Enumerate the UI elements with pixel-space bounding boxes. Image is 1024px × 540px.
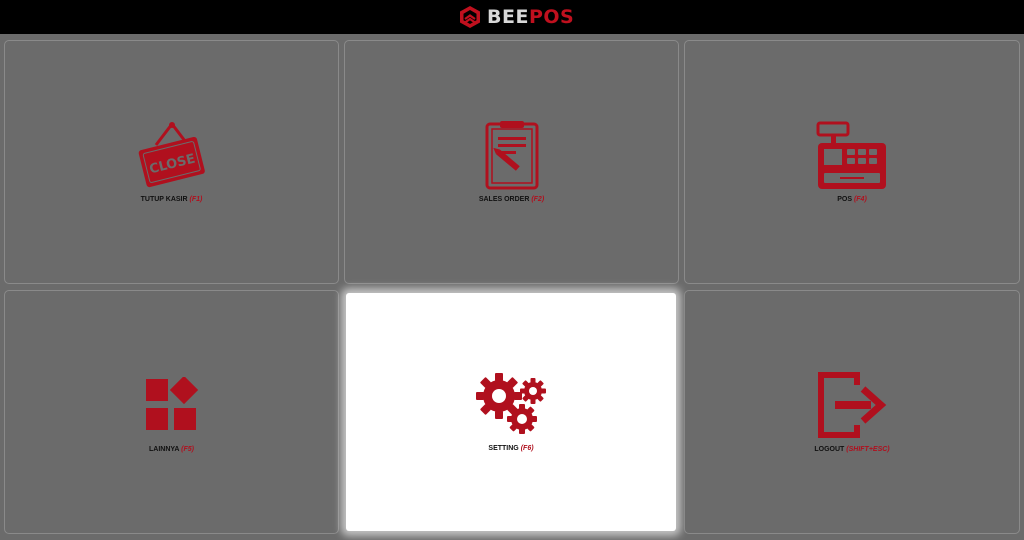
lainnya-shortcut: (F5)	[181, 446, 194, 453]
brand-logo: BEEPOS	[459, 5, 574, 29]
pos-button[interactable]: POS (F4)	[684, 40, 1020, 284]
setting-label: SETTING	[488, 445, 519, 452]
logout-icon	[817, 371, 887, 439]
setting-shortcut: (F6)	[520, 445, 534, 452]
tutup-kasir-button[interactable]: CLOSE TUTUP KASIR (F1)	[4, 40, 339, 284]
tutup-kasir-shortcut: (F1)	[189, 196, 203, 203]
tile-label: SETTING (F6)	[346, 445, 676, 452]
sales-order-button[interactable]: SALES ORDER (F2)	[344, 40, 679, 284]
brand-pos-text: POS	[528, 6, 575, 28]
cash-register-icon	[816, 121, 888, 191]
clipboard-pen-icon	[484, 121, 540, 191]
tile-label: LOGOUT (SHIFT+ESC)	[685, 446, 1019, 453]
sales-order-shortcut: (F2)	[531, 196, 545, 203]
close-sign-icon: CLOSE	[136, 121, 208, 191]
tile-label: POS (F4)	[685, 196, 1019, 203]
brand-bee-text: BEE	[487, 6, 529, 28]
tutup-kasir-label: TUTUP KASIR	[140, 196, 188, 203]
logout-label: LOGOUT	[814, 446, 845, 453]
sales-order-label: SALES ORDER	[478, 196, 530, 203]
setting-button[interactable]: SETTING (F6)	[346, 293, 676, 531]
apps-grid-icon	[144, 377, 200, 433]
tile-label: TUTUP KASIR (F1)	[5, 196, 338, 203]
logout-button[interactable]: LOGOUT (SHIFT+ESC)	[684, 290, 1020, 534]
pos-shortcut: (F4)	[853, 196, 867, 203]
tile-label: SALES ORDER (F2)	[345, 196, 678, 203]
tile-label: LAINNYA (F5)	[5, 446, 338, 453]
pos-label: POS	[837, 196, 852, 203]
lainnya-button[interactable]: LAINNYA (F5)	[4, 290, 339, 534]
lainnya-label: LAINNYA	[148, 446, 180, 453]
top-bar: BEEPOS	[0, 0, 1024, 34]
gears-icon	[475, 371, 547, 437]
hexagon-logo-icon	[460, 6, 480, 28]
logout-shortcut: (SHIFT+ESC)	[846, 446, 890, 453]
